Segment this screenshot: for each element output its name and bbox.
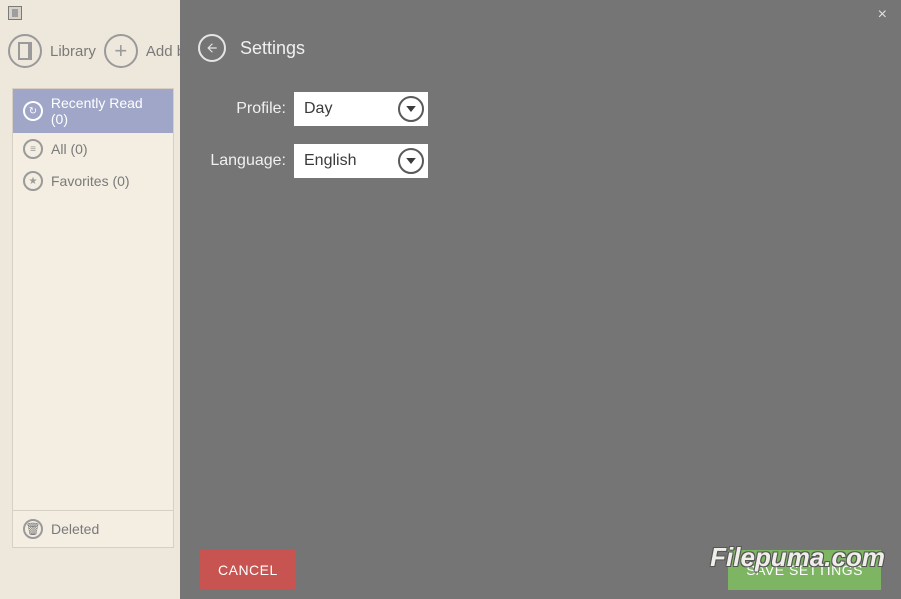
settings-modal: × Settings Profile: Day Language: Englis…	[180, 0, 901, 599]
language-label: Language:	[208, 152, 286, 170]
trash-icon: 🗑	[23, 519, 43, 539]
plus-icon: +	[104, 34, 138, 68]
profile-label: Profile:	[208, 100, 286, 118]
sidebar-item-recently-read[interactable]: ↻ Recently Read (0)	[13, 89, 173, 133]
settings-footer: CANCEL SAVE SETTINGS	[180, 541, 901, 599]
profile-value: Day	[304, 100, 332, 118]
profile-row: Profile: Day	[208, 92, 428, 126]
settings-form: Profile: Day Language: English	[208, 92, 428, 196]
cancel-button[interactable]: CANCEL	[200, 550, 296, 590]
sidebar-item-all[interactable]: ≡ All (0)	[13, 133, 173, 165]
close-button[interactable]: ×	[878, 6, 887, 24]
language-row: Language: English	[208, 144, 428, 178]
arrow-left-icon	[205, 41, 219, 55]
library-label: Library	[50, 43, 96, 60]
settings-header: Settings	[198, 34, 305, 62]
library-button[interactable]: Library	[8, 34, 96, 68]
app-window-icon	[8, 6, 22, 20]
sidebar-item-label: All (0)	[51, 141, 88, 157]
sidebar-item-label: Recently Read (0)	[51, 95, 163, 127]
main-toolbar: Library + Add bo	[8, 34, 193, 68]
language-select[interactable]: English	[294, 144, 428, 178]
recent-icon: ↻	[23, 101, 43, 121]
sidebar-item-favorites[interactable]: ★ Favorites (0)	[13, 165, 173, 197]
chevron-down-icon	[398, 148, 424, 174]
book-icon	[8, 34, 42, 68]
chevron-down-icon	[398, 96, 424, 122]
sidebar-item-label: Deleted	[51, 521, 99, 537]
back-button[interactable]	[198, 34, 226, 62]
language-value: English	[304, 152, 356, 170]
star-icon: ★	[23, 171, 43, 191]
settings-title: Settings	[240, 38, 305, 59]
save-settings-button[interactable]: SAVE SETTINGS	[728, 550, 881, 590]
profile-select[interactable]: Day	[294, 92, 428, 126]
sidebar-item-deleted[interactable]: 🗑 Deleted	[13, 510, 173, 547]
library-sidebar: ↻ Recently Read (0) ≡ All (0) ★ Favorite…	[12, 88, 174, 548]
sidebar-item-label: Favorites (0)	[51, 173, 130, 189]
list-icon: ≡	[23, 139, 43, 159]
